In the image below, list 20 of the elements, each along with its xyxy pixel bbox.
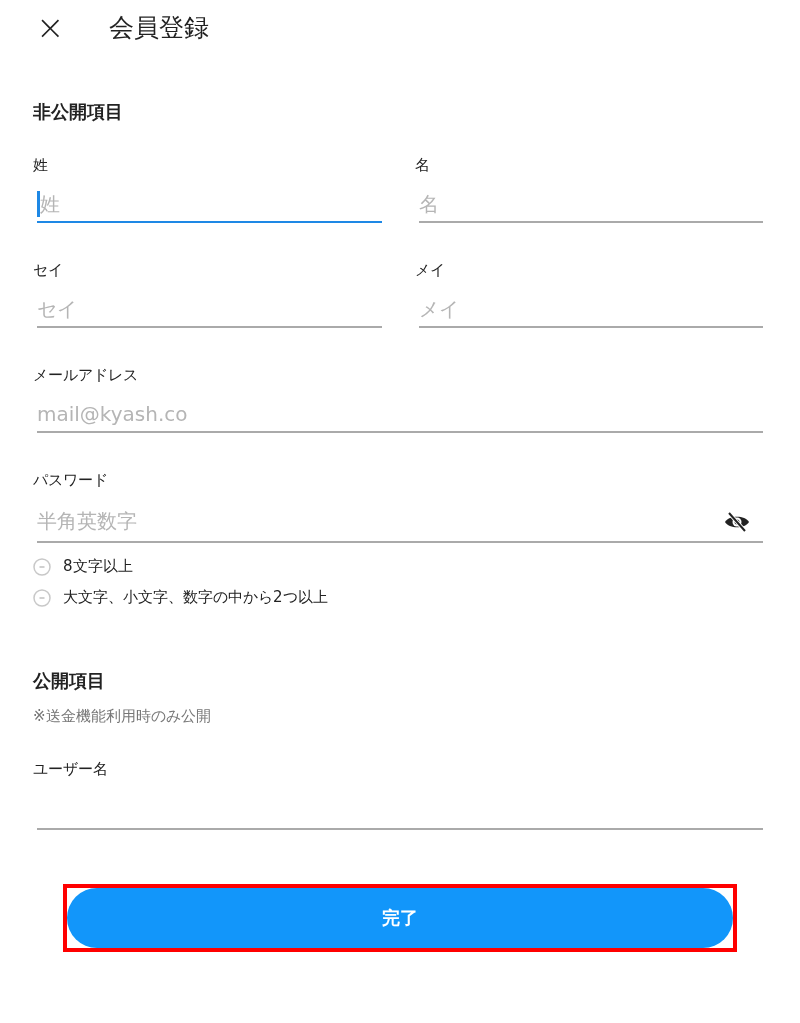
- password-field[interactable]: 半角英数字: [37, 501, 763, 543]
- field-label: メイ: [414, 261, 446, 279]
- close-icon[interactable]: ×: [36, 10, 65, 44]
- password-rule: 8文字以上: [63, 557, 133, 576]
- section-title: 公開項目: [33, 669, 106, 693]
- field-label: メールアドレス: [33, 366, 139, 384]
- input-field[interactable]: 名: [418, 186, 763, 223]
- field-label: 名: [414, 156, 431, 174]
- field-label: 姓: [33, 156, 49, 174]
- input-field[interactable]: セイ: [37, 291, 382, 328]
- input-field[interactable]: mail@kyash.co: [37, 396, 763, 433]
- field-label: ユーザー名: [33, 760, 109, 778]
- input-field[interactable]: メイ: [418, 291, 763, 328]
- section-title: 非公開項目: [33, 100, 124, 124]
- page-title: 会員登録: [108, 11, 209, 44]
- eye-slash-icon[interactable]: [723, 511, 751, 533]
- password-rule: 大文字、小文字、数字の中から2つ以上: [63, 588, 328, 607]
- section-note: ※送金機能利用時のみ公開: [33, 707, 212, 726]
- field-label: セイ: [33, 261, 64, 279]
- field-label: パスワード: [33, 471, 109, 489]
